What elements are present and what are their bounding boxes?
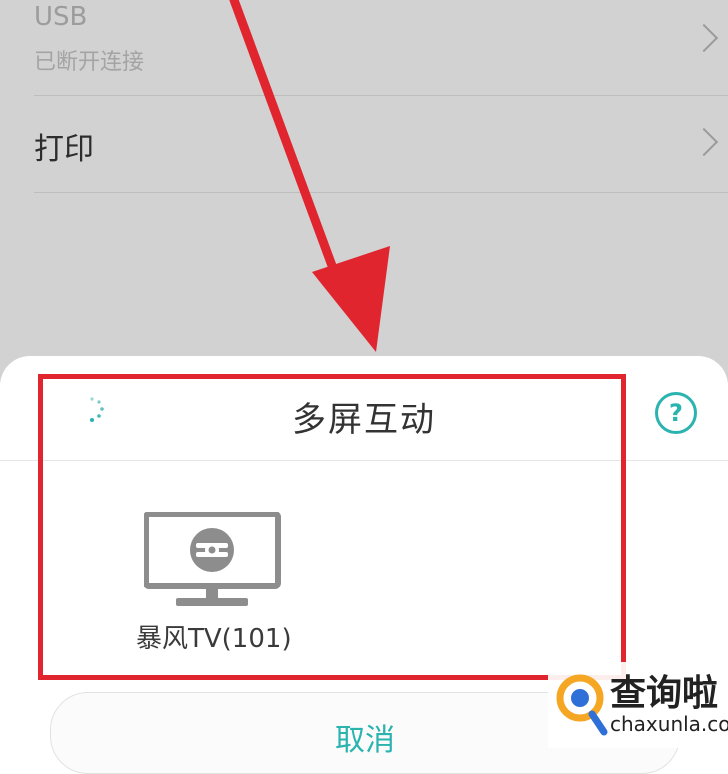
annotation-arrow-icon — [229, 0, 390, 352]
search-logo-icon — [556, 674, 608, 736]
watermark: 查询啦 chaxunla.com — [548, 662, 728, 748]
watermark-name: 查询啦 — [610, 673, 719, 714]
watermark-url: chaxunla.com — [610, 712, 728, 736]
